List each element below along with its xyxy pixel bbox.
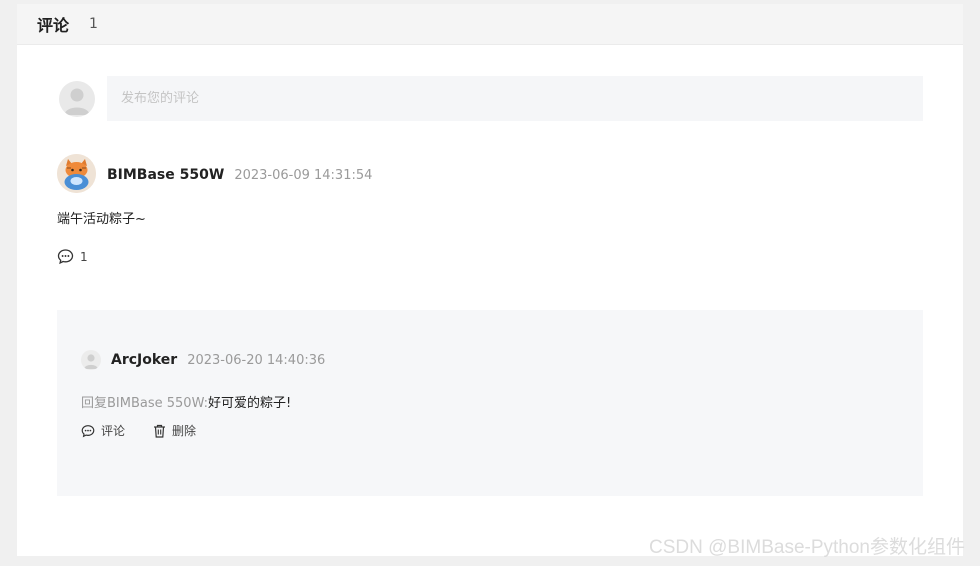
replier-avatar[interactable]: [81, 350, 101, 370]
reply-comment-label: 评论: [101, 424, 126, 438]
current-user-avatar: [59, 81, 95, 117]
comments-title: 评论: [37, 16, 70, 35]
commenter-avatar[interactable]: [57, 154, 96, 193]
comment-timestamp: 2023-06-09 14:31:54: [234, 168, 373, 183]
reply-count: 1: [80, 249, 88, 264]
comment-bubble-icon: [81, 424, 95, 437]
reply-delete-label: 删除: [172, 424, 197, 438]
replier-name[interactable]: ArcJoker: [111, 352, 177, 368]
comments-header: 评论 1: [17, 4, 963, 45]
default-user-icon: [64, 88, 90, 115]
default-user-icon: [84, 354, 98, 369]
reply-to-prefix: 回复BIMBase 550W:: [81, 396, 209, 411]
trash-icon: [154, 424, 166, 438]
reply-text: 好可爱的粽子!: [208, 396, 292, 411]
comment-composer: [59, 76, 923, 122]
reply-comment-button[interactable]: 评论: [81, 422, 125, 439]
cat-avatar-icon: [57, 154, 96, 193]
reply-delete-button[interactable]: 删除: [153, 422, 196, 439]
reply-content: 回复BIMBase 550W:好可爱的粽子!: [81, 392, 291, 411]
reply-meta: ArcJoker 2023-06-20 14:40:36: [111, 352, 325, 368]
comment-input[interactable]: [107, 76, 923, 121]
csdn-watermark: CSDN @BIMBase-Python参数化组件: [649, 537, 965, 558]
comment-text: 端午活动粽子~: [57, 212, 146, 227]
comments-count: 1: [89, 16, 98, 32]
reply-count-button[interactable]: 1: [57, 248, 88, 265]
comments-panel: 评论 1 BIMBase 550W: [17, 4, 963, 556]
reply-timestamp: 2023-06-20 14:40:36: [187, 353, 326, 368]
comment-meta: BIMBase 550W 2023-06-09 14:31:54: [107, 167, 372, 183]
reply-actions: 评论 删除: [81, 422, 224, 439]
comment-bubble-icon: [57, 249, 74, 265]
reply-thread: ArcJoker 2023-06-20 14:40:36 回复BIMBase 5…: [57, 310, 923, 496]
commenter-name[interactable]: BIMBase 550W: [107, 167, 224, 183]
